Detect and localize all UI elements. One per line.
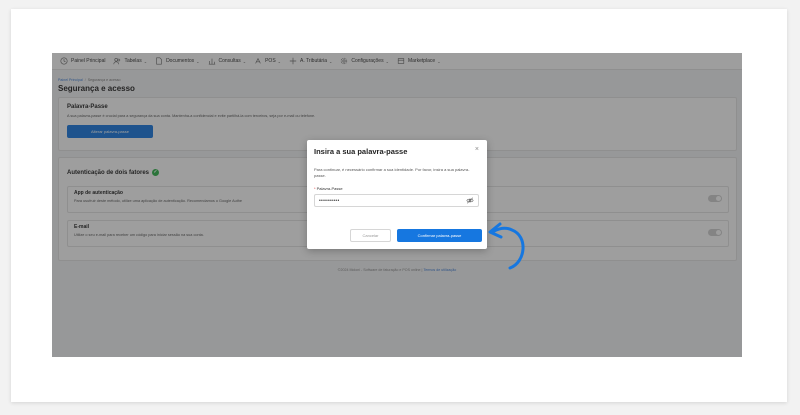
curved-arrow-pointer-icon	[488, 222, 525, 270]
required-marker: *	[314, 186, 316, 191]
cancel-button[interactable]: Cancelar	[350, 229, 391, 242]
close-icon[interactable]: ×	[475, 146, 479, 153]
eye-off-icon[interactable]	[466, 197, 474, 204]
password-modal: Insira a sua palavra-passe × Para contin…	[307, 140, 487, 249]
password-label-text: Palavra-Passe	[316, 186, 343, 191]
password-input[interactable]: ••••••••••	[314, 194, 479, 207]
modal-message: Para continuar, é necessário confirmar a…	[314, 167, 470, 178]
modal-title: Insira a sua palavra-passe	[314, 147, 408, 156]
password-field-label: *Palavra-Passe	[314, 186, 343, 191]
app-window: Painel Principal Tabelas ⌄ Documentos ⌄ …	[52, 53, 742, 357]
